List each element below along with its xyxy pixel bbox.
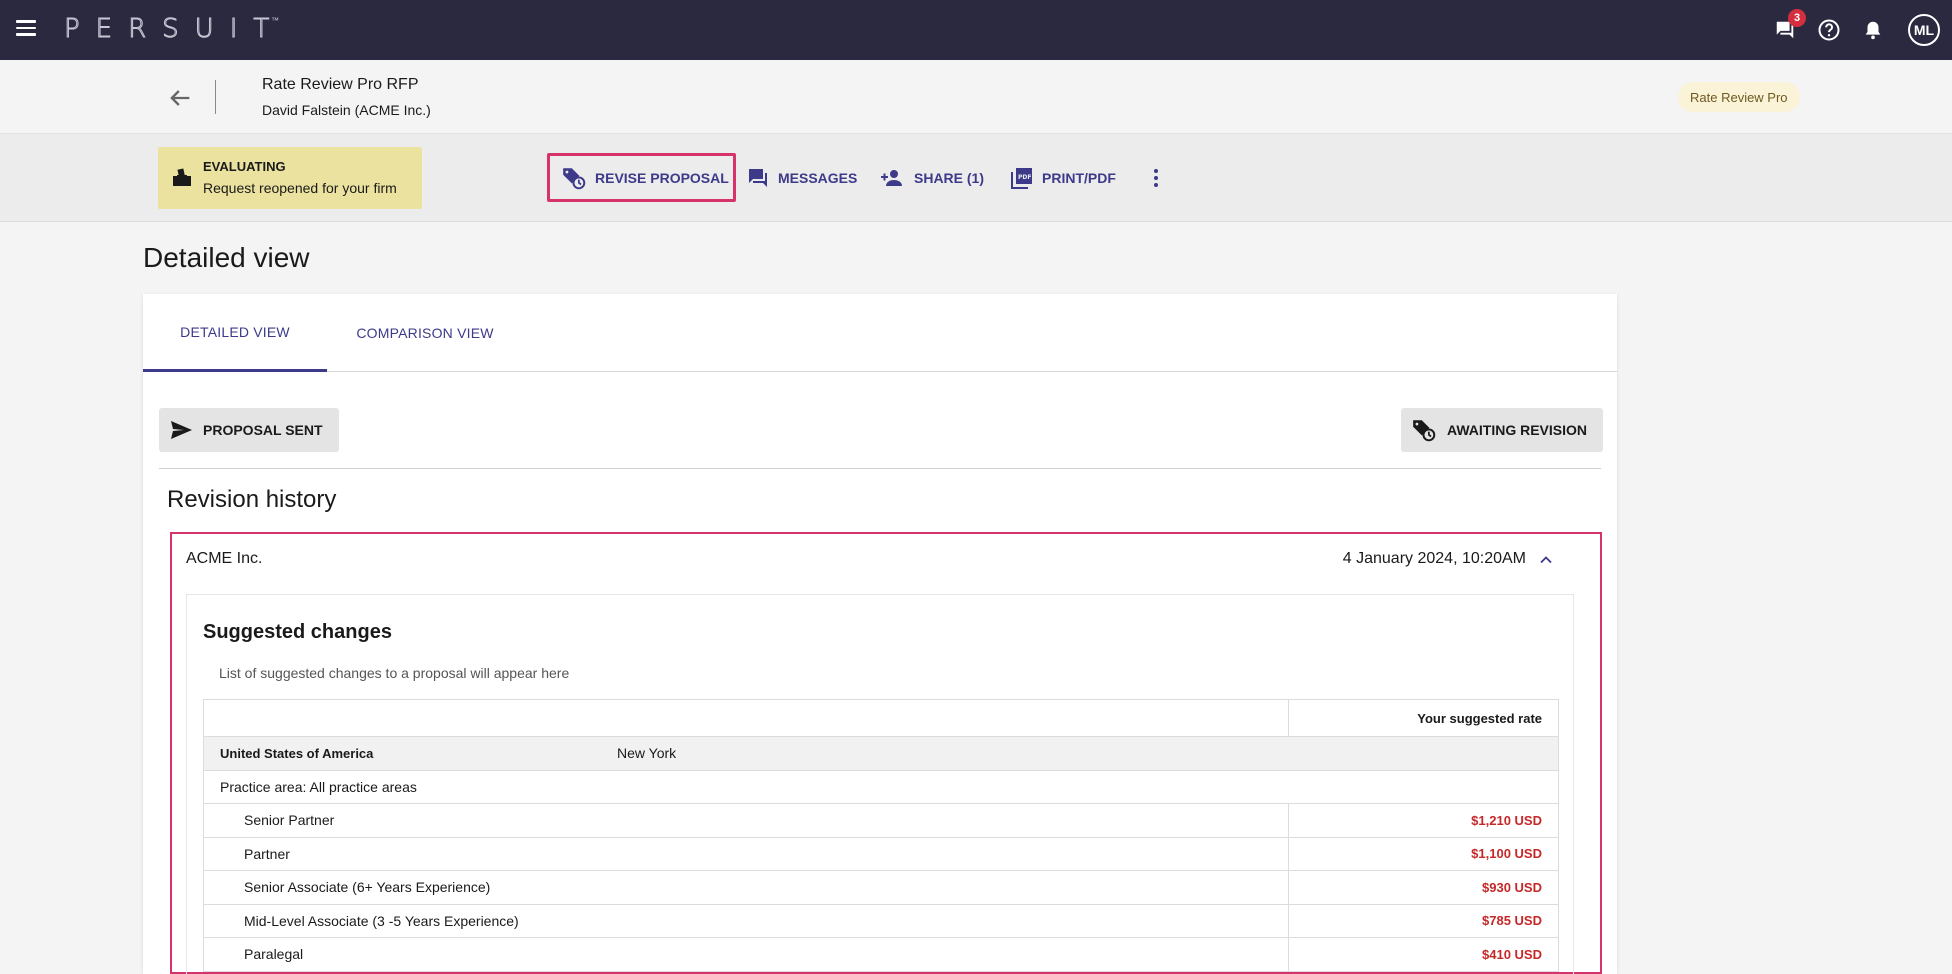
revision-entry: ACME Inc. 4 January 2024, 10:20AM Sugges… bbox=[170, 532, 1602, 974]
table-row-location: United States of America New York bbox=[203, 736, 1559, 771]
table-header-row: Your suggested rate bbox=[203, 699, 1559, 737]
proposal-sent-button[interactable]: PROPOSAL SENT bbox=[159, 408, 339, 452]
print-pdf-button[interactable]: PDF PRINT/PDF bbox=[1010, 154, 1116, 202]
view-tabs: DETAILED VIEW COMPARISON VIEW bbox=[143, 294, 1617, 372]
country-label: United States of America bbox=[220, 746, 374, 762]
back-arrow-icon[interactable] bbox=[166, 84, 194, 112]
pdf-icon: PDF bbox=[1011, 168, 1032, 189]
rate-review-pro-chip: Rate Review Pro bbox=[1678, 82, 1800, 112]
table-header-empty bbox=[203, 699, 1289, 737]
revision-date: 4 January 2024, 10:20AM bbox=[1342, 550, 1526, 567]
role-cell: Senior Associate (6+ Years Experience) bbox=[203, 870, 1289, 905]
status-banner: EVALUATING Request reopened for your fir… bbox=[158, 147, 422, 209]
persuit-logo[interactable]: PERSUIT bbox=[63, 14, 285, 45]
section-divider bbox=[159, 468, 1601, 469]
role-cell: Partner bbox=[203, 836, 1289, 871]
revision-tag-icon bbox=[1413, 420, 1436, 442]
add-person-icon bbox=[881, 170, 902, 186]
messages-badge: 3 bbox=[1788, 9, 1806, 27]
role-cell: Senior Partner bbox=[203, 803, 1289, 838]
revision-firm: ACME Inc. bbox=[186, 550, 263, 567]
rfp-client: David Falstein (ACME Inc.) bbox=[262, 102, 431, 118]
status-subtitle: Request reopened for your firm bbox=[203, 180, 397, 196]
awaiting-revision-button[interactable]: AWAITING REVISION bbox=[1401, 408, 1604, 452]
table-row-practice-area: Practice area: All practice areas bbox=[203, 769, 1559, 804]
table-row: Paralegal $410 USD bbox=[203, 937, 1559, 972]
revision-history-title: Revision history bbox=[167, 486, 337, 513]
avatar[interactable]: ML bbox=[1908, 14, 1940, 46]
header-divider bbox=[215, 80, 216, 114]
send-icon bbox=[171, 421, 192, 439]
more-vertical-icon bbox=[1154, 169, 1158, 187]
rate-cell: $1,210 USD bbox=[1288, 803, 1559, 838]
table-row: Mid-Level Associate (3 -5 Years Experien… bbox=[203, 903, 1559, 938]
suggested-changes-description: List of suggested changes to a proposal … bbox=[219, 665, 570, 681]
revise-proposal-label: REVISE PROPOSAL bbox=[595, 170, 729, 186]
help-icon[interactable] bbox=[1814, 15, 1844, 45]
awaiting-revision-label: AWAITING REVISION bbox=[1447, 422, 1588, 438]
detailed-view-card: DETAILED VIEW COMPARISON VIEW PROPOSAL S… bbox=[143, 294, 1617, 974]
status-title: EVALUATING bbox=[203, 159, 286, 174]
bell-icon[interactable] bbox=[1858, 15, 1888, 45]
rate-cell: $930 USD bbox=[1288, 870, 1559, 905]
suggested-rate-header: Your suggested rate bbox=[1288, 699, 1559, 737]
app-bar: PERSUIT ™ 3 ML bbox=[0, 0, 1952, 60]
ballot-box-icon bbox=[170, 165, 194, 189]
role-cell: Paralegal bbox=[203, 937, 1289, 972]
svg-text:PDF: PDF bbox=[1018, 174, 1031, 181]
messages-label: MESSAGES bbox=[778, 170, 858, 186]
tab-comparison-view[interactable]: COMPARISON VIEW bbox=[327, 294, 523, 372]
role-cell: Mid-Level Associate (3 -5 Years Experien… bbox=[203, 903, 1289, 938]
rate-cell: $1,100 USD bbox=[1288, 836, 1559, 871]
logo-trademark: ™ bbox=[271, 16, 279, 25]
rfp-header: Rate Review Pro RFP David Falstein (ACME… bbox=[0, 60, 1952, 134]
revise-tag-icon bbox=[563, 168, 586, 190]
suggested-changes-panel: Suggested changes List of suggested chan… bbox=[186, 594, 1574, 974]
menu-icon[interactable] bbox=[16, 16, 40, 40]
table-row: Senior Associate (6+ Years Experience) $… bbox=[203, 870, 1559, 905]
share-label: SHARE (1) bbox=[914, 170, 985, 186]
table-row: Senior Partner $1,210 USD bbox=[203, 803, 1559, 838]
rate-cell: $410 USD bbox=[1288, 937, 1559, 972]
revise-proposal-button[interactable]: REVISE PROPOSAL bbox=[561, 154, 729, 202]
chat-icon[interactable]: 3 bbox=[1770, 9, 1806, 45]
page-title: Detailed view bbox=[143, 242, 310, 273]
print-pdf-label: PRINT/PDF bbox=[1042, 170, 1116, 186]
proposal-toolbar: EVALUATING Request reopened for your fir… bbox=[0, 134, 1952, 222]
practice-area-label: Practice area: All practice areas bbox=[203, 769, 1559, 804]
app-bar-actions: 3 ML bbox=[1770, 9, 1940, 50]
suggested-rates-table: Your suggested rate United States of Ame… bbox=[203, 699, 1559, 972]
table-row: Partner $1,100 USD bbox=[203, 836, 1559, 871]
city-label: New York bbox=[617, 745, 677, 762]
more-options-button[interactable] bbox=[1146, 154, 1166, 202]
rfp-title: Rate Review Pro RFP bbox=[262, 76, 419, 93]
rate-cell: $785 USD bbox=[1288, 903, 1559, 938]
messages-button[interactable]: MESSAGES bbox=[746, 154, 857, 202]
share-button[interactable]: SHARE (1) bbox=[880, 154, 984, 202]
messages-icon bbox=[749, 169, 767, 187]
proposal-sent-label: PROPOSAL SENT bbox=[203, 422, 323, 438]
chevron-up-icon[interactable] bbox=[1536, 550, 1556, 570]
tab-detailed-view[interactable]: DETAILED VIEW bbox=[143, 294, 327, 372]
suggested-changes-title: Suggested changes bbox=[203, 621, 392, 643]
